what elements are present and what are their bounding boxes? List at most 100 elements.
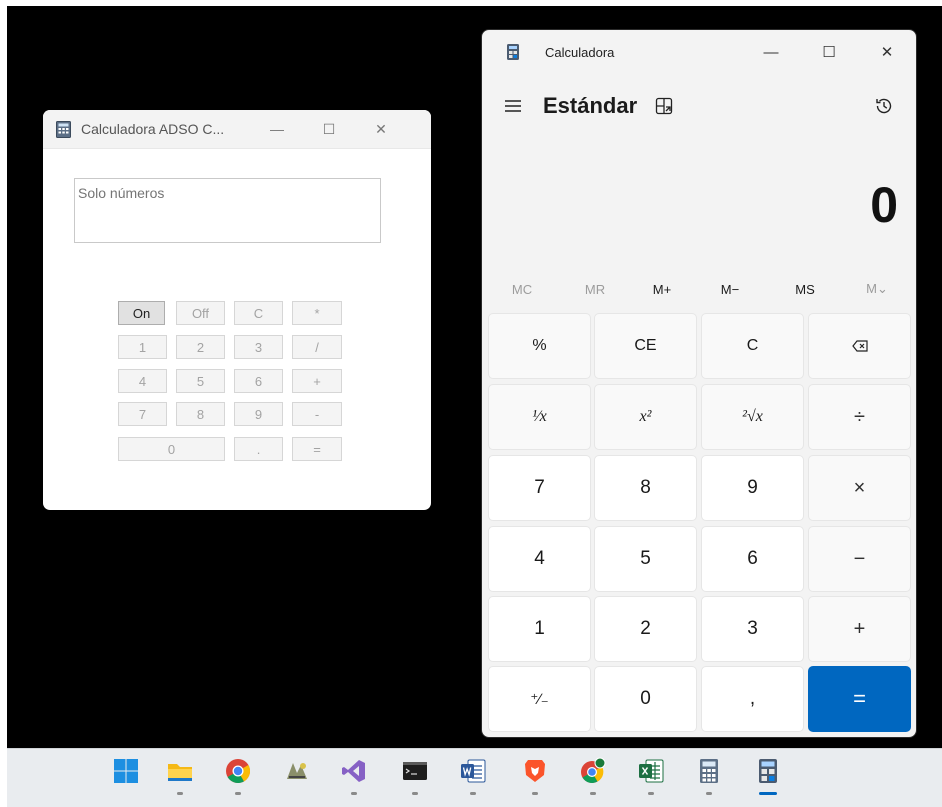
- digit-0-key[interactable]: 0: [594, 666, 697, 732]
- memory-list-button[interactable]: M⌄: [847, 276, 907, 302]
- decimal-button[interactable]: .: [234, 437, 283, 461]
- memory-recall-button[interactable]: MR: [565, 276, 625, 302]
- taskbar-brave[interactable]: [515, 754, 555, 800]
- digit-8-button[interactable]: 8: [176, 402, 225, 426]
- digit-9-button[interactable]: 9: [234, 402, 283, 426]
- digit-3-button[interactable]: 3: [234, 335, 283, 359]
- result-display: 0: [870, 177, 898, 233]
- start-icon: [114, 759, 138, 783]
- calculator-titlebar[interactable]: Calculadora — ☐ ✕: [482, 30, 916, 74]
- menu-icon[interactable]: [502, 95, 524, 117]
- digit-4-key[interactable]: 4: [488, 526, 591, 592]
- digit-5-button[interactable]: 5: [176, 369, 225, 393]
- backspace-icon: [851, 340, 868, 352]
- square-root-key[interactable]: ²√x: [701, 384, 804, 450]
- add-key[interactable]: +: [808, 596, 911, 662]
- digit-2-button[interactable]: 2: [176, 335, 225, 359]
- digit-2-key[interactable]: 2: [594, 596, 697, 662]
- close-button[interactable]: ✕: [355, 110, 407, 149]
- taskbar-indicator: [532, 792, 538, 795]
- subtract-button[interactable]: -: [292, 402, 342, 426]
- memory-clear-button[interactable]: MC: [492, 276, 552, 302]
- taskbar-terminal[interactable]: [395, 754, 435, 800]
- start-button[interactable]: [106, 754, 146, 800]
- taskbar-excel[interactable]: [631, 754, 671, 800]
- calculator-winforms-icon: [700, 759, 718, 783]
- taskbar-winforms-calculator[interactable]: [689, 754, 729, 800]
- digit-9-key[interactable]: 9: [701, 455, 804, 521]
- calculator-app-icon: [56, 120, 71, 138]
- maximize-button[interactable]: ☐: [303, 110, 355, 149]
- memory-add-button[interactable]: M+: [632, 276, 692, 302]
- taskbar-visual-studio[interactable]: [334, 754, 374, 800]
- taskbar-indicator: [648, 792, 654, 795]
- winforms-titlebar[interactable]: Calculadora ADSO C... — ☐ ✕: [43, 110, 431, 149]
- clear-entry-key[interactable]: CE: [594, 313, 697, 379]
- digit-7-key[interactable]: 7: [488, 455, 591, 521]
- percent-key[interactable]: %: [488, 313, 591, 379]
- minimize-button[interactable]: —: [251, 110, 303, 149]
- digit-7-button[interactable]: 7: [118, 402, 167, 426]
- taskbar-word[interactable]: [453, 754, 493, 800]
- winforms-calculator-window: Calculadora ADSO C... — ☐ ✕ On Off C * 1…: [43, 110, 431, 510]
- digit-1-key[interactable]: 1: [488, 596, 591, 662]
- taskbar-indicator: [294, 792, 300, 795]
- taskbar-indicator-active: [759, 792, 777, 795]
- taskbar-app[interactable]: [277, 754, 317, 800]
- digit-5-key[interactable]: 5: [594, 526, 697, 592]
- taskbar-indicator: [235, 792, 241, 795]
- chrome-profile-icon: [581, 757, 606, 783]
- calculator-title: Calculadora: [545, 44, 615, 60]
- taskbar-indicator: [590, 792, 596, 795]
- equals-button[interactable]: =: [292, 437, 342, 461]
- taskbar-indicator: [412, 792, 418, 795]
- taskbar-chrome-profile[interactable]: [573, 754, 613, 800]
- taskbar: [7, 748, 942, 807]
- divide-button[interactable]: /: [292, 335, 342, 359]
- clear-button[interactable]: C: [234, 301, 283, 325]
- square-label: x²: [639, 408, 652, 425]
- maximize-button[interactable]: ☐: [800, 30, 858, 74]
- taskbar-indicator: [706, 792, 712, 795]
- taskbar-calculator[interactable]: [748, 754, 788, 800]
- digit-6-key[interactable]: 6: [701, 526, 804, 592]
- subtract-key[interactable]: −: [808, 526, 911, 592]
- number-input[interactable]: [74, 178, 381, 243]
- digit-3-key[interactable]: 3: [701, 596, 804, 662]
- negate-key[interactable]: ⁺∕₋: [488, 666, 591, 732]
- reciprocal-key[interactable]: ¹⁄x: [488, 384, 591, 450]
- winforms-title: Calculadora ADSO C...: [81, 121, 225, 137]
- multiply-key[interactable]: ×: [808, 455, 911, 521]
- digit-6-button[interactable]: 6: [234, 369, 283, 393]
- digit-8-key[interactable]: 8: [594, 455, 697, 521]
- divide-key[interactable]: ÷: [808, 384, 911, 450]
- word-icon: [461, 759, 486, 783]
- close-button[interactable]: ✕: [858, 30, 916, 74]
- memory-store-button[interactable]: MS: [775, 276, 835, 302]
- history-icon[interactable]: [872, 94, 896, 118]
- calculator-icon: [759, 759, 777, 783]
- on-button[interactable]: On: [118, 301, 165, 325]
- keep-on-top-icon[interactable]: [653, 95, 675, 117]
- digit-4-button[interactable]: 4: [118, 369, 167, 393]
- taskbar-file-explorer[interactable]: [160, 754, 200, 800]
- reciprocal-label: ¹⁄x: [532, 408, 547, 425]
- decimal-key[interactable]: ,: [701, 666, 804, 732]
- taskbar-chrome[interactable]: [218, 754, 258, 800]
- equals-key[interactable]: =: [808, 666, 911, 732]
- square-key[interactable]: x²: [594, 384, 697, 450]
- taskbar-indicator: [351, 792, 357, 795]
- multiply-button[interactable]: *: [292, 301, 342, 325]
- visual-studio-icon: [342, 760, 365, 782]
- add-button[interactable]: +: [292, 369, 342, 393]
- backspace-key[interactable]: [808, 313, 911, 379]
- minimize-button[interactable]: —: [742, 30, 800, 74]
- clear-key[interactable]: C: [701, 313, 804, 379]
- square-root-label: ²√x: [742, 408, 763, 425]
- chrome-icon: [226, 759, 251, 784]
- off-button[interactable]: Off: [176, 301, 225, 325]
- digit-0-button[interactable]: 0: [118, 437, 225, 461]
- digit-1-button[interactable]: 1: [118, 335, 167, 359]
- mode-title: Estándar: [543, 93, 638, 118]
- memory-subtract-button[interactable]: M−: [700, 276, 760, 302]
